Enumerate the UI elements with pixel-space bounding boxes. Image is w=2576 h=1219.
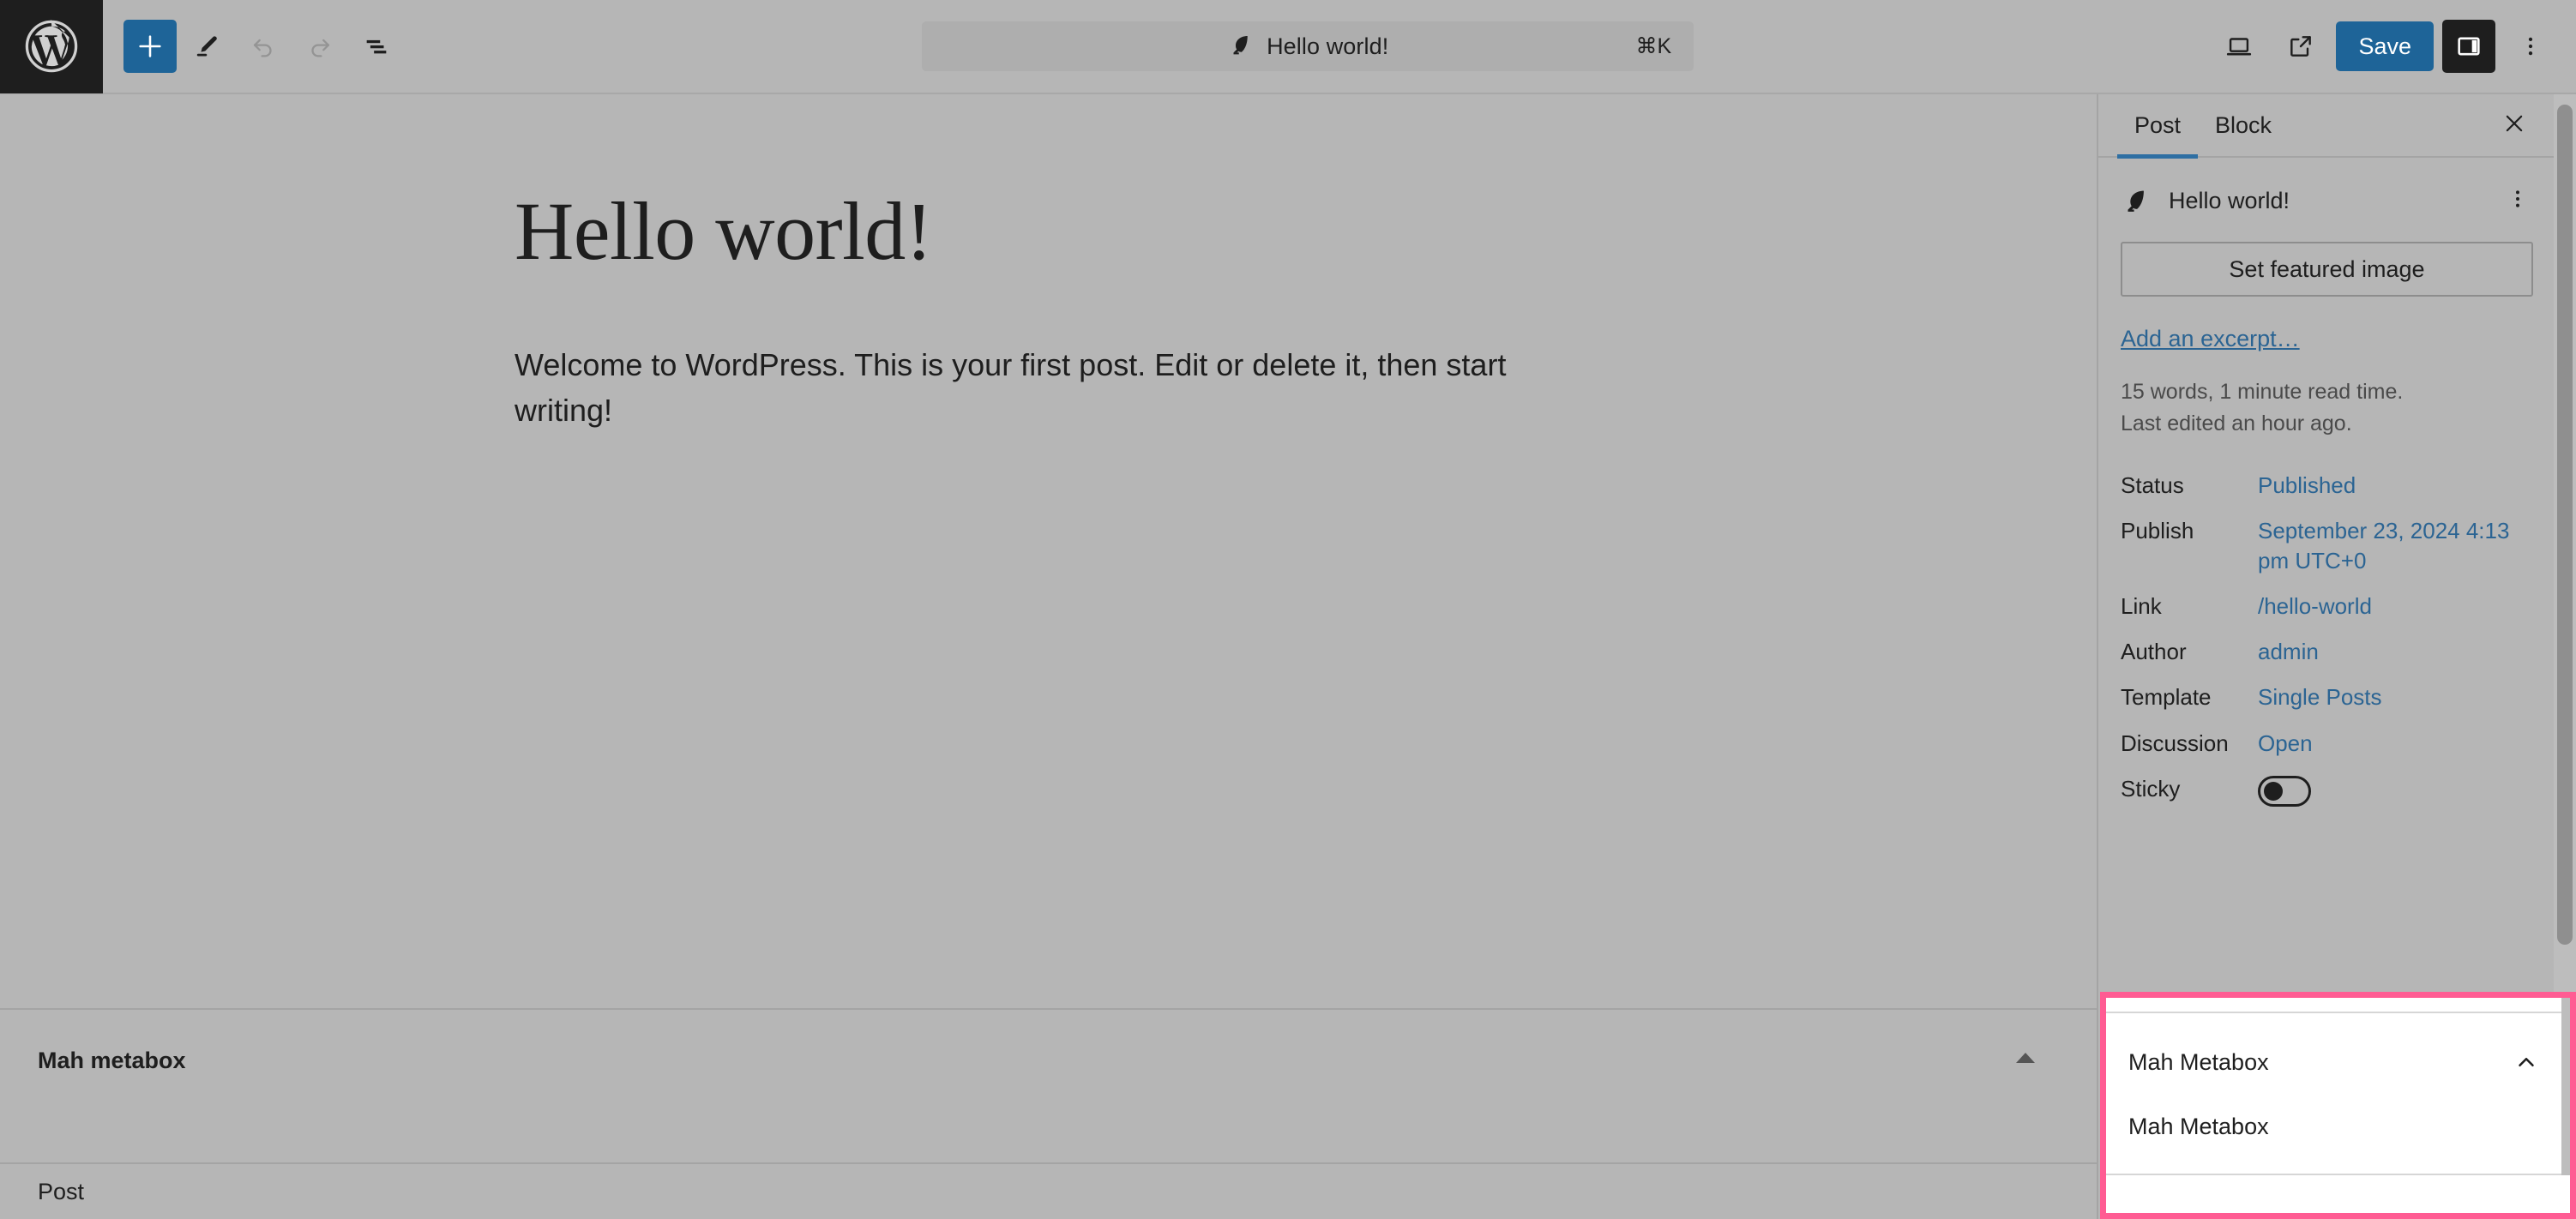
word-count-text: 15 words, 1 minute read time. (2121, 380, 2404, 404)
triangle-up-collapse-icon[interactable] (2016, 1053, 2035, 1063)
plus-icon (135, 32, 165, 61)
post-meta-list: Status Published Publish September 23, 2… (2098, 463, 2555, 814)
toolbar-left-tools (103, 20, 403, 73)
meta-row-link: Link /hello-world (2121, 584, 2533, 629)
tab-post-label: Post (2134, 111, 2182, 138)
close-x-icon (2501, 111, 2527, 141)
post-content: Hello world! Welcome to WordPress. This … (0, 94, 1629, 433)
add-block-button[interactable] (123, 20, 177, 73)
tab-block-label: Block (2215, 111, 2272, 138)
post-summary-row: Hello world! (2098, 158, 2555, 237)
read-stats: 15 words, 1 minute read time. Last edite… (2121, 376, 2533, 439)
meta-row-sticky: Sticky (2121, 766, 2533, 814)
meta-label-template: Template (2121, 684, 2212, 711)
more-options-button[interactable] (2504, 20, 2557, 73)
save-button[interactable]: Save (2336, 21, 2434, 71)
meta-row-publish: Publish September 23, 2024 4:13 pm UTC+0 (2121, 508, 2533, 584)
editor-footer-breadcrumb: Post (0, 1162, 2097, 1219)
document-outline-list-view-icon (362, 32, 391, 61)
meta-row-discussion: Discussion Open (2121, 721, 2533, 766)
tools-edit-button[interactable] (180, 20, 233, 73)
editor-toolbar: Hello world! ⌘K Save (0, 0, 2576, 94)
pencil-edit-icon (193, 33, 220, 60)
command-bar-title: Hello world! (1267, 33, 1389, 59)
meta-label-publish: Publish (2121, 518, 2194, 544)
metabox-title: Mah metabox (38, 1048, 186, 1073)
post-title-block[interactable]: Hello world! (515, 188, 1629, 275)
panel-bottom-divider (2106, 1174, 2561, 1175)
metabox-area: Mah metabox (0, 1008, 2097, 1162)
meta-value-author[interactable]: admin (2258, 637, 2319, 667)
redo-button[interactable] (293, 20, 346, 73)
editor-region: Hello world! Welcome to WordPress. This … (0, 94, 2097, 1219)
three-dots-vertical-icon (2518, 33, 2543, 59)
metabox-panel-header[interactable]: Mah Metabox (2106, 1029, 2561, 1096)
highlighted-metabox-inner: Mah Metabox Mah Metabox (2106, 998, 2570, 1213)
sticky-toggle-knob (2264, 781, 2283, 801)
metabox-row: Mah metabox (0, 1010, 2097, 1074)
meta-value-template[interactable]: Single Posts (2258, 682, 2382, 712)
panel-scroll-strip[interactable] (2561, 998, 2570, 1175)
meta-row-status: Status Published (2121, 463, 2533, 508)
preview-button[interactable] (2212, 20, 2266, 73)
breadcrumb-item-post[interactable]: Post (38, 1179, 84, 1205)
toolbar-right-tools: Save (2212, 20, 2576, 73)
tab-post[interactable]: Post (2117, 93, 2199, 159)
meta-label-link: Link (2121, 593, 2162, 620)
close-sidebar-button[interactable] (2492, 103, 2537, 147)
chevron-up-icon (2513, 1049, 2539, 1075)
settings-sidebar-toggle-icon (2454, 32, 2483, 61)
meta-label-author: Author (2121, 639, 2187, 665)
sticky-toggle[interactable] (2258, 775, 2311, 807)
feather-quill-icon (2121, 186, 2150, 215)
toolbar-center: Hello world! ⌘K (403, 21, 2212, 71)
metabox-panel-title: Mah Metabox (2128, 1048, 2269, 1075)
set-featured-image-button[interactable]: Set featured image (2121, 242, 2533, 297)
list-view-button[interactable] (350, 20, 403, 73)
command-bar-shortcut: ⌘K (1635, 34, 1672, 58)
meta-value-publish[interactable]: September 23, 2024 4:13 pm UTC+0 (2258, 516, 2515, 576)
meta-value-discussion[interactable]: Open (2258, 729, 2313, 759)
highlighted-metabox-panel: Mah Metabox Mah Metabox (2100, 992, 2576, 1219)
desktop-preview-icon (2224, 32, 2254, 61)
metabox-panel-body-text: Mah Metabox (2128, 1114, 2269, 1139)
redo-arrow-icon (305, 32, 334, 61)
command-bar-button[interactable]: Hello world! ⌘K (922, 21, 1694, 71)
three-dots-vertical-icon (2506, 187, 2530, 215)
metabox-panel-body: Mah Metabox (2106, 1114, 2561, 1140)
editor-canvas[interactable]: Hello world! Welcome to WordPress. This … (0, 94, 2097, 1008)
meta-label-status: Status (2121, 472, 2184, 498)
sidebar-scrollbar-thumb[interactable] (2557, 105, 2573, 945)
settings-sidebar-toggle-button[interactable] (2442, 20, 2495, 73)
last-edited-text: Last edited an hour ago. (2121, 411, 2352, 435)
meta-label-discussion: Discussion (2121, 730, 2229, 756)
wordpress-block-editor: Hello world! ⌘K Save Hello world! Welcom… (0, 0, 2576, 1219)
wordpress-logo-button[interactable] (0, 0, 103, 93)
sidebar-tabs: Post Block (2098, 93, 2555, 159)
undo-button[interactable] (237, 20, 290, 73)
meta-value-link[interactable]: /hello-world (2258, 591, 2372, 622)
post-paragraph-block[interactable]: Welcome to WordPress. This is your first… (515, 342, 1522, 434)
add-excerpt-link[interactable]: Add an excerpt… (2121, 326, 2300, 352)
post-actions-menu-button[interactable] (2499, 182, 2537, 219)
wordpress-logo-icon (23, 18, 80, 75)
meta-row-template: Template Single Posts (2121, 675, 2533, 720)
meta-row-author: Author admin (2121, 629, 2533, 675)
meta-label-sticky: Sticky (2121, 775, 2181, 802)
undo-arrow-icon (249, 32, 278, 61)
view-post-external-button[interactable] (2274, 20, 2327, 73)
tab-block[interactable]: Block (2198, 93, 2289, 157)
panel-top-divider (2106, 1012, 2561, 1013)
meta-value-status[interactable]: Published (2258, 471, 2356, 501)
feather-quill-icon (1227, 32, 1253, 62)
external-link-icon (2287, 33, 2314, 60)
command-bar-content: Hello world! (1227, 32, 1388, 62)
post-summary-title: Hello world! (2169, 187, 2290, 213)
